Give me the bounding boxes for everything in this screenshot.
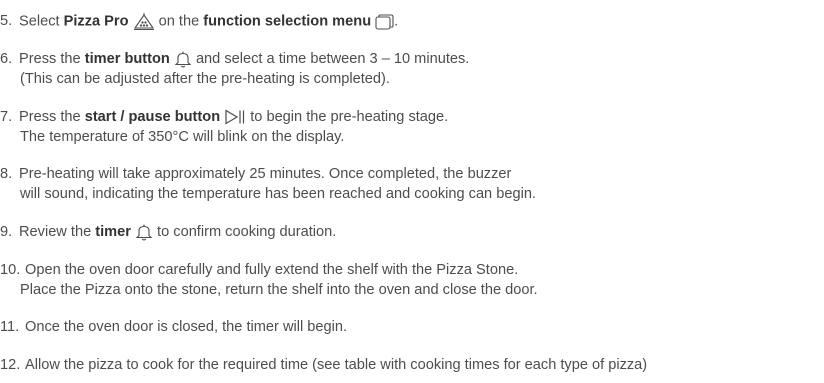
step-7: 7. Press the start / pause button to begi… bbox=[0, 108, 448, 127]
step-text: . bbox=[394, 13, 399, 30]
step-text: to begin the pre-heating stage. bbox=[246, 109, 449, 125]
step-9: 9. Review the timer to confirm cooking du… bbox=[0, 223, 336, 242]
step-text: Once the oven door is closed, the timer … bbox=[25, 319, 348, 335]
step-number: 7. bbox=[0, 109, 13, 125]
step-number: 8. bbox=[0, 166, 13, 182]
step-10: 10. Open the oven door carefully and full… bbox=[0, 261, 518, 280]
step-number: 12. bbox=[0, 357, 21, 373]
step-11: 11. Once the oven door is closed, the tim… bbox=[0, 318, 347, 337]
bold-term: Pizza Pro bbox=[63, 13, 129, 30]
play-pause-icon bbox=[224, 109, 246, 125]
step-text: Press the bbox=[19, 51, 85, 67]
bell-icon bbox=[174, 50, 192, 68]
step-8-continuation: will sound, indicating the temperature h… bbox=[20, 186, 536, 202]
step-text: Open the oven door carefully and fully e… bbox=[25, 262, 519, 278]
step-text: on the bbox=[154, 13, 204, 30]
bold-term: start / pause button bbox=[84, 109, 221, 125]
step-number: 9. bbox=[0, 224, 13, 240]
step-number: 6. bbox=[0, 51, 13, 67]
step-text: Allow the pizza to cook for the required… bbox=[25, 357, 648, 373]
step-5: 5. Select Pizza Pro on the function selec… bbox=[0, 12, 398, 31]
step-text: Press the bbox=[19, 109, 85, 125]
step-text: and select a time between 3 – 10 minutes… bbox=[191, 51, 470, 67]
bold-term: function selection menu bbox=[203, 13, 372, 30]
step-text: to confirm cooking duration. bbox=[153, 224, 337, 240]
step-10-continuation: Place the Pizza onto the stone, return t… bbox=[20, 282, 538, 298]
step-text: Review the bbox=[19, 224, 96, 240]
step-8: 8. Pre-heating will take approximately 25… bbox=[0, 165, 511, 184]
step-6: 6. Press the timer button and select a ti… bbox=[0, 50, 469, 69]
step-12: 12. Allow the pizza to cook for the requi… bbox=[0, 356, 647, 375]
bell-icon bbox=[135, 223, 153, 241]
function-menu-icon bbox=[375, 13, 394, 30]
step-number: 5. bbox=[0, 13, 13, 30]
step-number: 10. bbox=[0, 262, 21, 278]
step-6-continuation: (This can be adjusted after the pre-heat… bbox=[20, 71, 390, 87]
bold-term: timer bbox=[95, 224, 131, 240]
step-text: Select bbox=[19, 13, 64, 30]
bold-term: timer button bbox=[84, 51, 170, 67]
step-text: Pre-heating will take approximately 25 m… bbox=[19, 166, 512, 182]
pizza-pro-icon bbox=[133, 12, 155, 31]
step-7-continuation: The temperature of 350°C will blink on t… bbox=[20, 129, 345, 145]
step-number: 11. bbox=[0, 319, 20, 335]
